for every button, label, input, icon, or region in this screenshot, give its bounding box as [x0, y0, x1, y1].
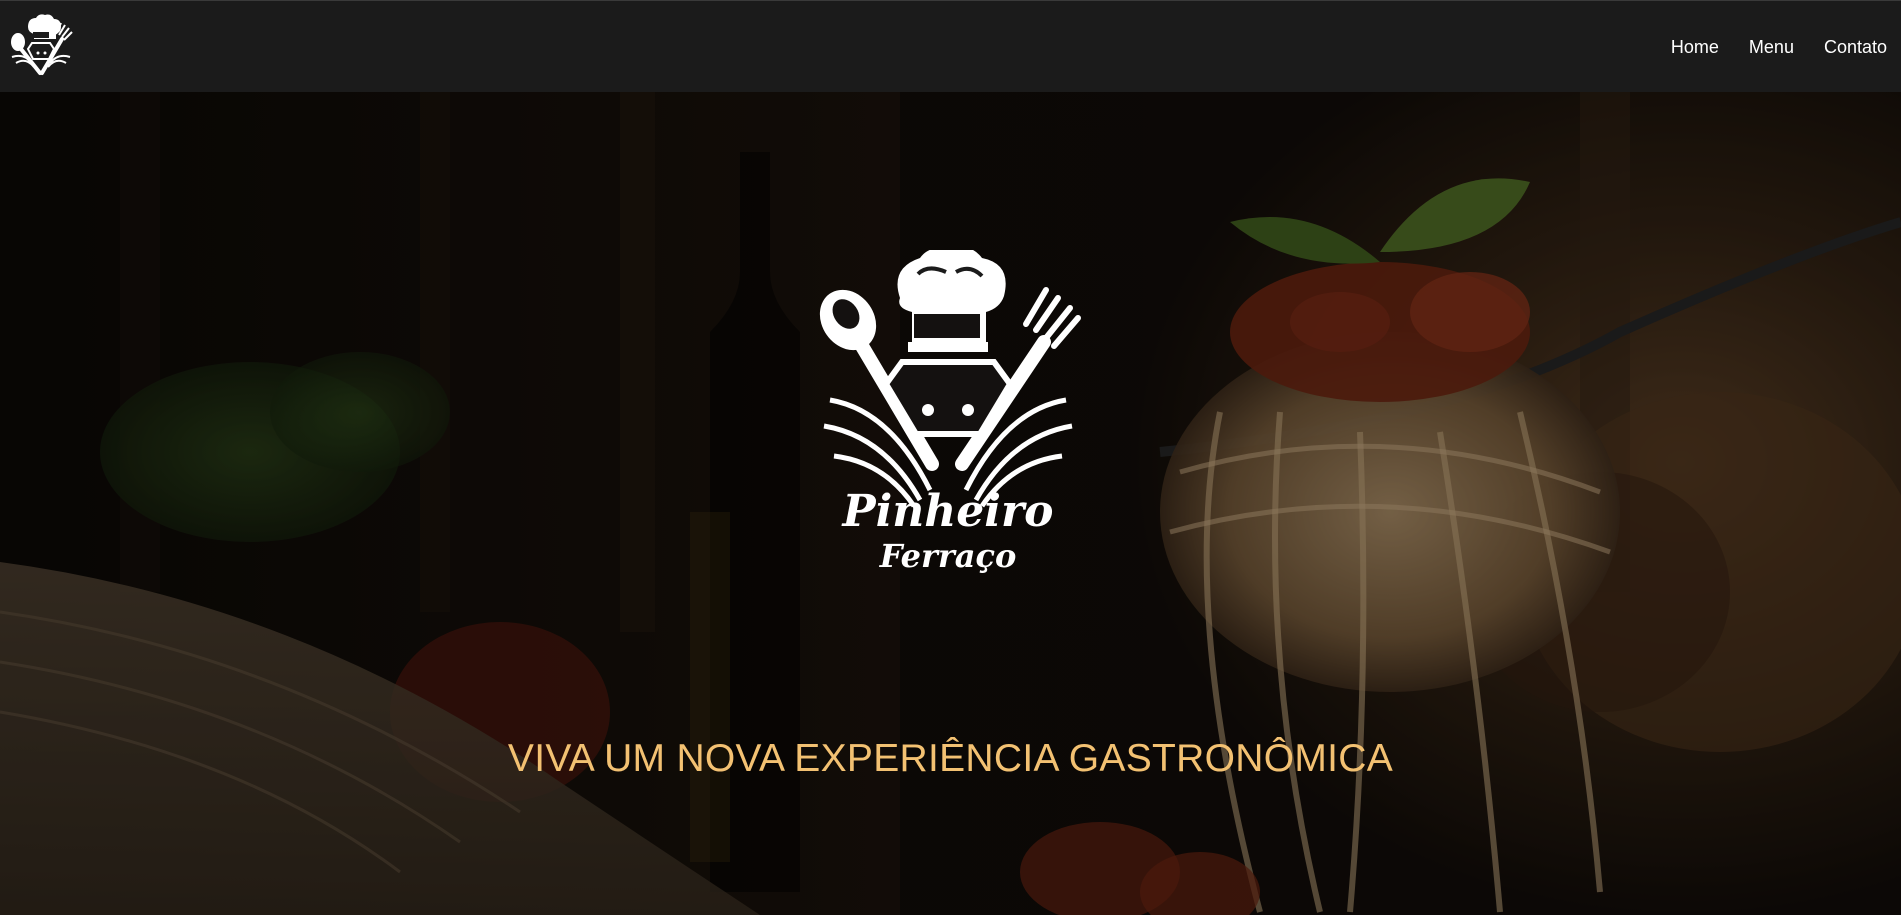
- hero-heading: VIVA UM NOVA EXPERIÊNCIA GASTRONÔMICA: [507, 737, 1394, 780]
- hero-section: Pinheiro Ferraço VIVA UM NOVA EXPERIÊNCI…: [0, 92, 1901, 915]
- hero-brand-logo: Pinheiro Ferraço: [810, 247, 1086, 586]
- top-navbar: Home Menu Contato: [0, 0, 1901, 92]
- nav-link-menu[interactable]: Menu: [1749, 37, 1794, 58]
- hero-logo-name-line2: Ferraço: [879, 537, 1017, 575]
- page: Home Menu Contato Pinheiro Ferraço VIVA …: [0, 0, 1901, 915]
- nav-link-contato[interactable]: Contato: [1824, 37, 1887, 58]
- hero-logo-name-line1: Pinheiro: [842, 486, 1054, 537]
- nav-link-home[interactable]: Home: [1671, 37, 1719, 58]
- nav-logo-icon[interactable]: [4, 13, 78, 81]
- main-nav: Home Menu Contato: [1641, 1, 1887, 93]
